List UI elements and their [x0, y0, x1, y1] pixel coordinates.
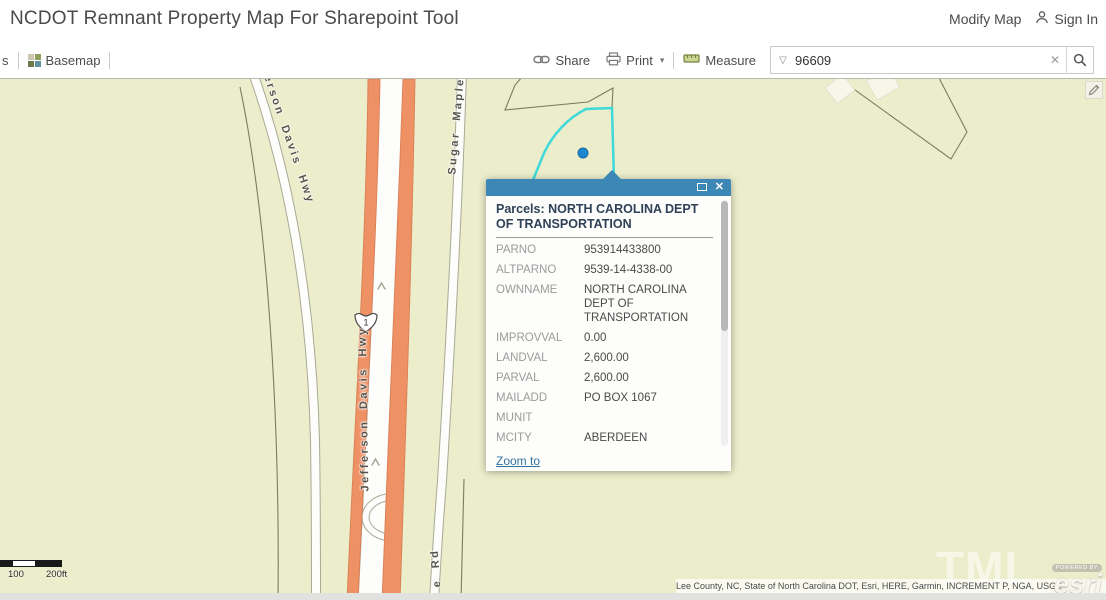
- share-button[interactable]: Share: [533, 53, 590, 68]
- field-label: ALTPARNO: [496, 263, 584, 277]
- search-submit-button[interactable]: [1067, 47, 1093, 74]
- chevron-down-icon: ▾: [660, 55, 665, 66]
- page-title: NCDOT Remnant Property Map For Sharepoin…: [10, 8, 459, 30]
- sign-in-label: Sign In: [1054, 11, 1098, 27]
- popup-pointer: [603, 170, 621, 179]
- field-label: PARNO: [496, 243, 584, 257]
- map-viewport[interactable]: 1 erson Davis Hwy Jefferson Davis Hwy Su…: [0, 78, 1106, 600]
- ruler-icon: [683, 52, 700, 68]
- close-icon[interactable]: ✕: [715, 180, 724, 193]
- field-label: MCITY: [496, 431, 584, 445]
- scale-label-100: 100: [8, 569, 24, 580]
- field-value: NORTH CAROLINA DEPT OF TRANSPORTATION: [584, 283, 715, 325]
- search-options-caret-icon[interactable]: ▽: [771, 55, 795, 66]
- pencil-icon: [1088, 84, 1100, 96]
- popup-title: Parcels: NORTH CAROLINA DEPT OF TRANSPOR…: [496, 202, 715, 232]
- field-label: LANDVAL: [496, 351, 584, 365]
- popup-title-divider: [496, 237, 713, 238]
- modify-map-link[interactable]: Modify Map: [949, 11, 1021, 27]
- field-label: IMPROVVAL: [496, 331, 584, 345]
- toolbar-divider: [18, 52, 19, 69]
- field-label: MUNIT: [496, 411, 584, 425]
- field-value: PO BOX 1067: [584, 391, 715, 405]
- toolbar-divider: [673, 52, 674, 69]
- person-icon: [1035, 10, 1049, 27]
- field-label: PARVAL: [496, 371, 584, 385]
- bottom-edge-strip: [0, 593, 1106, 600]
- field-value: 9539-14-4338-00: [584, 263, 715, 277]
- field-value: ABERDEEN: [584, 431, 715, 445]
- table-row: IMPROVVAL 0.00: [496, 328, 715, 348]
- basemap-grid-icon: [28, 54, 41, 67]
- field-value: 953914433800: [584, 243, 715, 257]
- printer-icon: [606, 52, 621, 69]
- popup-header[interactable]: ✕: [486, 179, 731, 196]
- selected-parcel-highlight[interactable]: [533, 108, 614, 180]
- search-box: ▽ ✕: [770, 46, 1094, 74]
- table-row: OWNNAME NORTH CAROLINA DEPT OF TRANSPORT…: [496, 280, 715, 328]
- field-label: OWNNAME: [496, 283, 584, 325]
- field-label: MAILADD: [496, 391, 584, 405]
- edit-map-button[interactable]: [1085, 81, 1103, 99]
- measure-label: Measure: [705, 53, 756, 68]
- toolbar-divider: [109, 52, 110, 69]
- search-input[interactable]: [795, 53, 1044, 68]
- search-icon: [1073, 53, 1087, 67]
- ncdot-map-app: NCDOT Remnant Property Map For Sharepoin…: [0, 0, 1106, 600]
- popup-footer: Zoom to: [486, 449, 731, 471]
- table-row: PARNO 953914433800: [496, 240, 715, 260]
- field-value: 0.00: [584, 331, 715, 345]
- table-row: MUNIT: [496, 408, 715, 428]
- table-row: MAILADD PO BOX 1067: [496, 388, 715, 408]
- clear-search-icon[interactable]: ✕: [1044, 53, 1066, 67]
- zoom-to-link[interactable]: Zoom to: [496, 454, 540, 468]
- popup-scrollbar[interactable]: [721, 200, 728, 446]
- share-label: Share: [555, 53, 590, 68]
- scrollbar-thumb[interactable]: [721, 201, 728, 331]
- print-label: Print: [626, 53, 653, 68]
- map-toolbar: s Basemap Share Print ▾: [0, 42, 1106, 78]
- table-row: ALTPARNO 9539-14-4338-00: [496, 260, 715, 280]
- building-footprints: [825, 79, 900, 104]
- maximize-icon[interactable]: [697, 183, 707, 191]
- field-value: [584, 411, 715, 425]
- feature-popup: ✕ Parcels: NORTH CAROLINA DEPT OF TRANSP…: [486, 179, 731, 471]
- esri-logo: POWERED BY esri: [1038, 556, 1102, 594]
- field-value: 2,600.00: [584, 371, 715, 385]
- scale-bar: [0, 560, 62, 567]
- scale-label-200ft: 200ft: [46, 569, 67, 580]
- app-header: NCDOT Remnant Property Map For Sharepoin…: [0, 0, 1106, 42]
- table-row: LANDVAL 2,600.00: [496, 348, 715, 368]
- measure-button[interactable]: Measure: [683, 52, 756, 68]
- table-row: PARVAL 2,600.00: [496, 368, 715, 388]
- sign-in-link[interactable]: Sign In: [1035, 10, 1098, 27]
- print-button[interactable]: Print ▾: [606, 52, 664, 69]
- field-value: 2,600.00: [584, 351, 715, 365]
- selected-point-marker[interactable]: [578, 148, 588, 158]
- basemap-button[interactable]: Basemap: [28, 53, 101, 68]
- link-icon: [533, 53, 550, 68]
- popup-body: Parcels: NORTH CAROLINA DEPT OF TRANSPOR…: [486, 196, 731, 449]
- truncated-left-item[interactable]: s: [2, 53, 9, 68]
- basemap-label: Basemap: [46, 53, 101, 68]
- table-row: MCITY ABERDEEN: [496, 428, 715, 448]
